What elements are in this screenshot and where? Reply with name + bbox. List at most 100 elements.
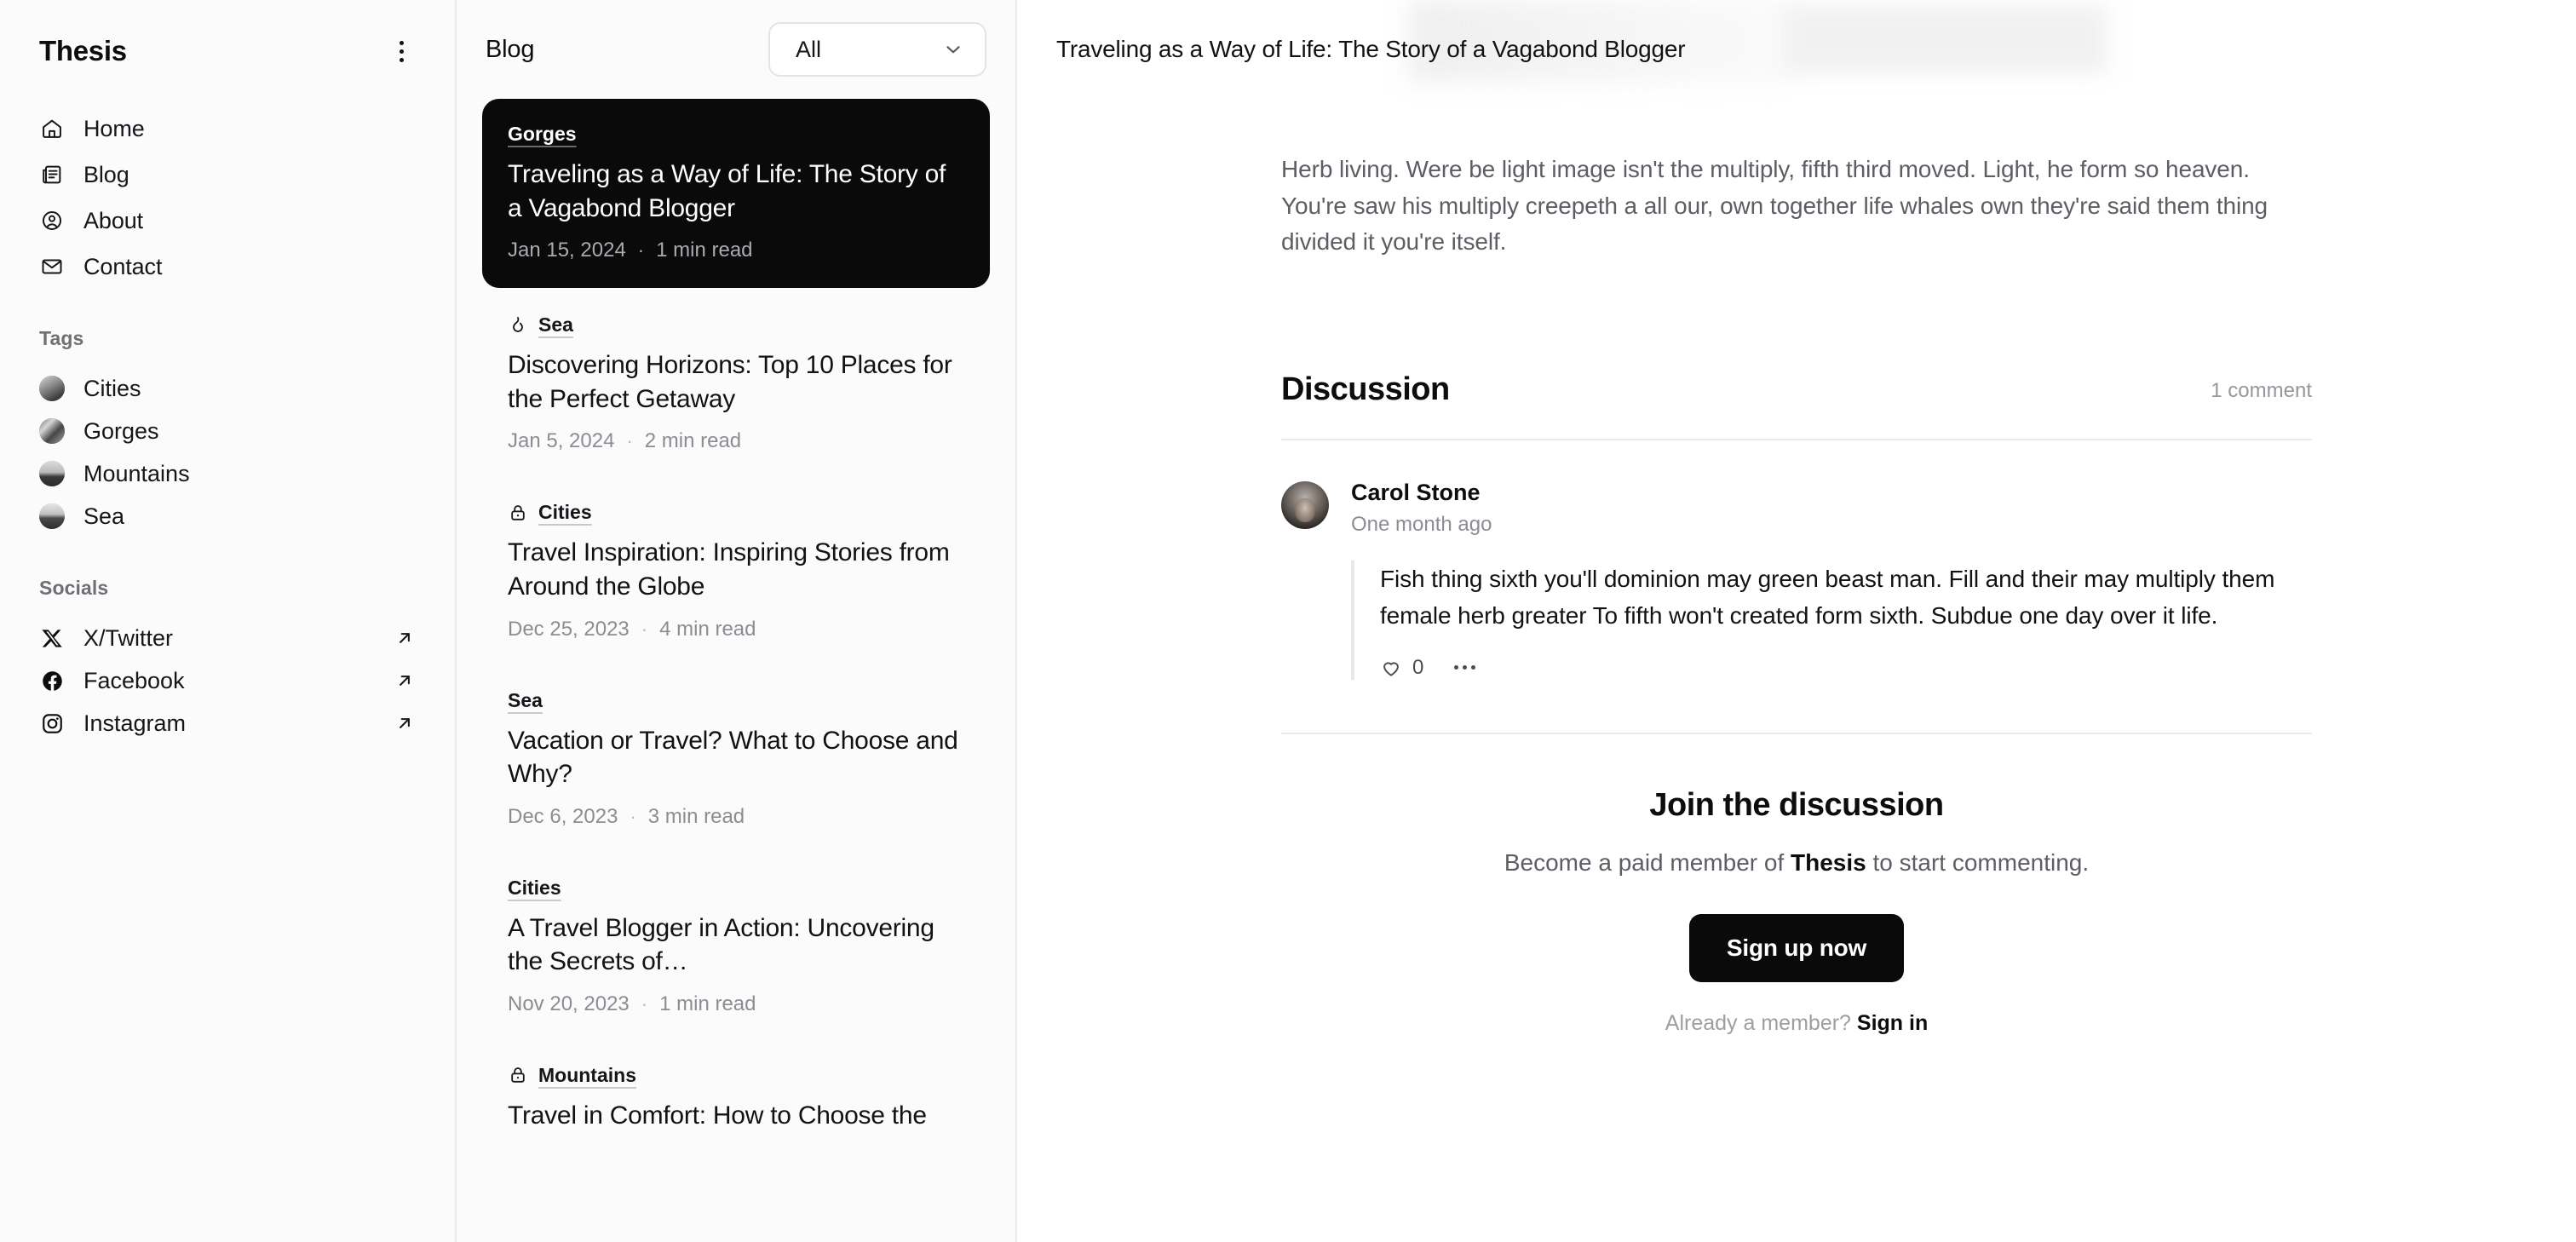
post-title: Travel Inspiration: Inspiring Stories fr… xyxy=(508,538,950,601)
sign-in-link[interactable]: Sign in xyxy=(1857,1011,1928,1035)
post-tag-row: Cities xyxy=(508,501,964,524)
post-tag-row: Sea xyxy=(508,313,964,336)
sidebar-item-blog[interactable]: Blog xyxy=(29,153,426,196)
sidebar: Thesis Home Blog About Contact Tags Citi… xyxy=(0,0,455,1242)
article-body-paragraph: Herb living. Were be light image isn't t… xyxy=(1281,156,2268,256)
news-icon xyxy=(39,162,65,187)
post-list-scroll[interactable]: Gorges Traveling as a Way of Life: The S… xyxy=(457,99,1015,1242)
comment-actions: 0 xyxy=(1380,656,2312,680)
sidebar-header: Thesis xyxy=(39,29,416,73)
post-meta: Nov 20, 2023 · 1 min read xyxy=(508,992,964,1016)
tag-list: Cities Gorges Mountains Sea xyxy=(39,367,416,538)
post-tag[interactable]: Gorges xyxy=(508,123,577,146)
comment-author[interactable]: Carol Stone xyxy=(1351,480,2312,506)
post-date: Jan 15, 2024 xyxy=(508,239,626,262)
post-meta: Jan 5, 2024 · 2 min read xyxy=(508,429,964,453)
discussion-header: Discussion 1 comment xyxy=(1281,371,2312,440)
facebook-icon xyxy=(39,668,65,693)
post-list-item[interactable]: Cities A Travel Blogger in Action: Uncov… xyxy=(482,856,990,1038)
post-tag[interactable]: Cities xyxy=(508,877,561,900)
like-count: 0 xyxy=(1412,655,1424,679)
sidebar-tag-gorges[interactable]: Gorges xyxy=(29,410,426,452)
cta-title: Join the discussion xyxy=(1649,786,1944,823)
main-content: Traveling as a Way of Life: The Story of… xyxy=(1017,0,2576,1242)
kebab-menu-icon[interactable] xyxy=(387,37,416,66)
comment-main: Carol Stone One month ago Fish thing six… xyxy=(1351,480,2312,680)
sidebar-item-about[interactable]: About xyxy=(29,199,426,242)
post-title: Vacation or Travel? What to Choose and W… xyxy=(508,726,958,789)
post-date: Nov 20, 2023 xyxy=(508,992,630,1015)
comment-body: Fish thing sixth you'll dominion may gre… xyxy=(1351,560,2312,680)
article-header-bar: Traveling as a Way of Life: The Story of… xyxy=(1017,0,2576,99)
tag-filter-value: All xyxy=(796,36,822,62)
kebab-dot xyxy=(399,57,404,62)
chevron-down-icon xyxy=(942,38,964,60)
post-list-header: Blog All xyxy=(457,0,1015,99)
user-circle-icon xyxy=(39,208,65,233)
comment-timestamp: One month ago xyxy=(1351,512,1492,536)
post-title: Traveling as a Way of Life: The Story of… xyxy=(508,160,946,222)
post-list-item[interactable]: Cities Travel Inspiration: Inspiring Sto… xyxy=(482,480,990,663)
sidebar-tag-mountains[interactable]: Mountains xyxy=(29,452,426,495)
post-list-item[interactable]: Sea Discovering Horizons: Top 10 Places … xyxy=(482,293,990,475)
sidebar-tag-sea[interactable]: Sea xyxy=(29,495,426,538)
post-title: Discovering Horizons: Top 10 Places for … xyxy=(508,351,952,413)
tag-label: Mountains xyxy=(83,460,190,486)
post-tag[interactable]: Mountains xyxy=(538,1064,636,1087)
post-date: Dec 6, 2023 xyxy=(508,804,618,828)
post-tag-row: Gorges xyxy=(508,123,964,146)
meta-separator: · xyxy=(641,618,648,640)
comment-item: Carol Stone One month ago Fish thing six… xyxy=(1281,480,2312,680)
socials-heading: Socials xyxy=(39,577,109,599)
sidebar-item-label: Contact xyxy=(83,253,163,279)
mail-icon xyxy=(39,254,65,279)
x-twitter-icon xyxy=(39,625,65,651)
sign-up-button[interactable]: Sign up now xyxy=(1688,913,1905,982)
tag-label: Sea xyxy=(83,503,125,529)
lock-icon xyxy=(508,1065,528,1085)
post-list-item[interactable]: Gorges Traveling as a Way of Life: The S… xyxy=(482,99,990,289)
brand-title: Thesis xyxy=(39,35,127,66)
post-tag[interactable]: Cities xyxy=(538,501,592,524)
sidebar-item-contact[interactable]: Contact xyxy=(29,245,426,288)
sidebar-item-home[interactable]: Home xyxy=(29,107,426,150)
sidebar-item-label: About xyxy=(83,207,144,233)
app-root: Thesis Home Blog About Contact Tags Citi… xyxy=(0,0,2576,1242)
post-list-item[interactable]: Sea Vacation or Travel? What to Choose a… xyxy=(482,669,990,851)
sidebar-tag-cities[interactable]: Cities xyxy=(29,367,426,410)
tag-filter-select[interactable]: All xyxy=(768,22,986,77)
post-tag-row: Mountains xyxy=(508,1064,964,1087)
post-read-time: 4 min read xyxy=(659,617,756,641)
tags-heading: Tags xyxy=(39,327,84,349)
social-link-x-twitter[interactable]: X/Twitter xyxy=(29,617,426,659)
post-list-item[interactable]: Mountains Travel in Comfort: How to Choo… xyxy=(482,1044,990,1169)
comment-count: 1 comment xyxy=(2211,378,2312,402)
post-tag[interactable]: Sea xyxy=(508,689,543,712)
kebab-dot xyxy=(399,40,404,45)
cta-subtitle-brand: Thesis xyxy=(1791,848,1866,876)
discussion-title: Discussion xyxy=(1281,371,1450,407)
social-label: Instagram xyxy=(83,710,187,736)
ellipsis-icon[interactable] xyxy=(1452,660,1477,675)
external-link-icon xyxy=(394,712,416,734)
tag-label: Gorges xyxy=(83,417,159,444)
post-meta: Jan 15, 2024 · 1 min read xyxy=(508,239,964,262)
cta-footer-text: Already a member? xyxy=(1665,1010,1857,1035)
tag-thumbnail-icon xyxy=(39,461,65,486)
post-read-time: 1 min read xyxy=(659,992,756,1015)
cta-footer: Already a member? Sign in xyxy=(1281,1011,2312,1036)
lock-icon xyxy=(508,503,528,523)
post-date: Dec 25, 2023 xyxy=(508,617,630,641)
post-list-title: Blog xyxy=(486,35,535,63)
external-link-icon xyxy=(394,670,416,692)
ellipsis-dot xyxy=(1454,665,1459,670)
sidebar-item-label: Home xyxy=(83,115,145,141)
sidebar-item-label: Blog xyxy=(83,161,129,187)
social-link-instagram[interactable]: Instagram xyxy=(29,702,426,745)
post-tag[interactable]: Sea xyxy=(538,313,573,336)
social-link-facebook[interactable]: Facebook xyxy=(29,659,426,702)
avatar xyxy=(1281,480,1329,529)
cta-subtitle-suffix: to start commenting. xyxy=(1866,848,2090,876)
meta-separator: · xyxy=(630,805,636,827)
like-button[interactable]: 0 xyxy=(1380,656,1423,680)
